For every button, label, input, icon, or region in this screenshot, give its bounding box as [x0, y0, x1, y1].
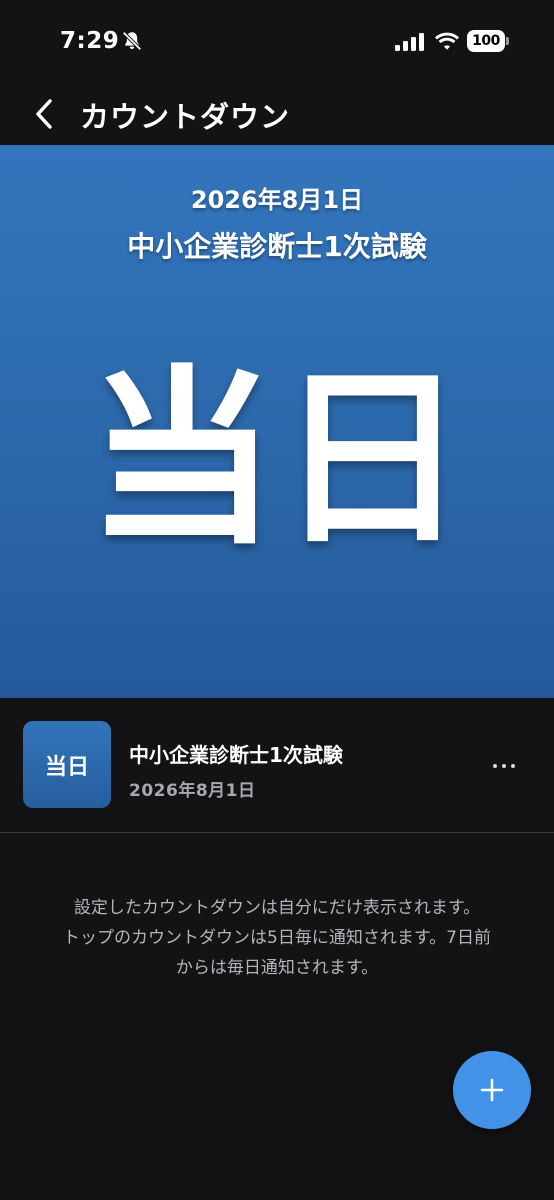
page-title: カウントダウン: [80, 100, 291, 134]
countdown-hero: 2026年8月1日 中小企業診断士1次試験 当日: [0, 145, 554, 698]
add-countdown-button[interactable]: [453, 1051, 531, 1129]
signal-icon: [395, 33, 424, 51]
ellipsis-icon[interactable]: [484, 746, 524, 786]
ellipsis-dot: [493, 764, 497, 768]
countdown-thumbnail: 当日: [23, 721, 111, 808]
back-button[interactable]: [26, 94, 62, 134]
ellipsis-dot: [511, 764, 515, 768]
bell-slash-icon: [122, 31, 142, 51]
nav-bar: カウントダウン: [0, 84, 554, 146]
plus-icon: [480, 1078, 504, 1102]
info-line: からは毎日通知されます。: [175, 958, 379, 978]
countdown-item-date: 2026年8月1日: [129, 781, 256, 801]
battery-icon: 100: [467, 30, 509, 52]
info-line: トップのカウントダウンは5日毎に通知されます。7日前: [63, 928, 491, 948]
status-bar: 7:29 100: [0, 0, 554, 84]
wifi-icon: [435, 32, 459, 50]
info-message: 設定したカウントダウンは自分にだけ表示されます。 トップのカウントダウンは5日毎…: [20, 893, 534, 983]
chevron-left-icon: [36, 99, 52, 129]
countdown-list-item[interactable]: 当日 中小企業診断士1次試験 2026年8月1日: [0, 698, 554, 833]
hero-title: 中小企業診断士1次試験: [127, 230, 427, 263]
ellipsis-dot: [502, 764, 506, 768]
status-time: 7:29: [60, 28, 120, 54]
hero-countdown-value: 当日: [86, 349, 467, 570]
battery-tip: [506, 37, 509, 45]
hero-date: 2026年8月1日: [190, 186, 364, 214]
info-line: 設定したカウントダウンは自分にだけ表示されます。: [73, 898, 481, 918]
battery-level: 100: [467, 30, 505, 52]
countdown-item-title: 中小企業診断士1次試験: [129, 743, 343, 767]
